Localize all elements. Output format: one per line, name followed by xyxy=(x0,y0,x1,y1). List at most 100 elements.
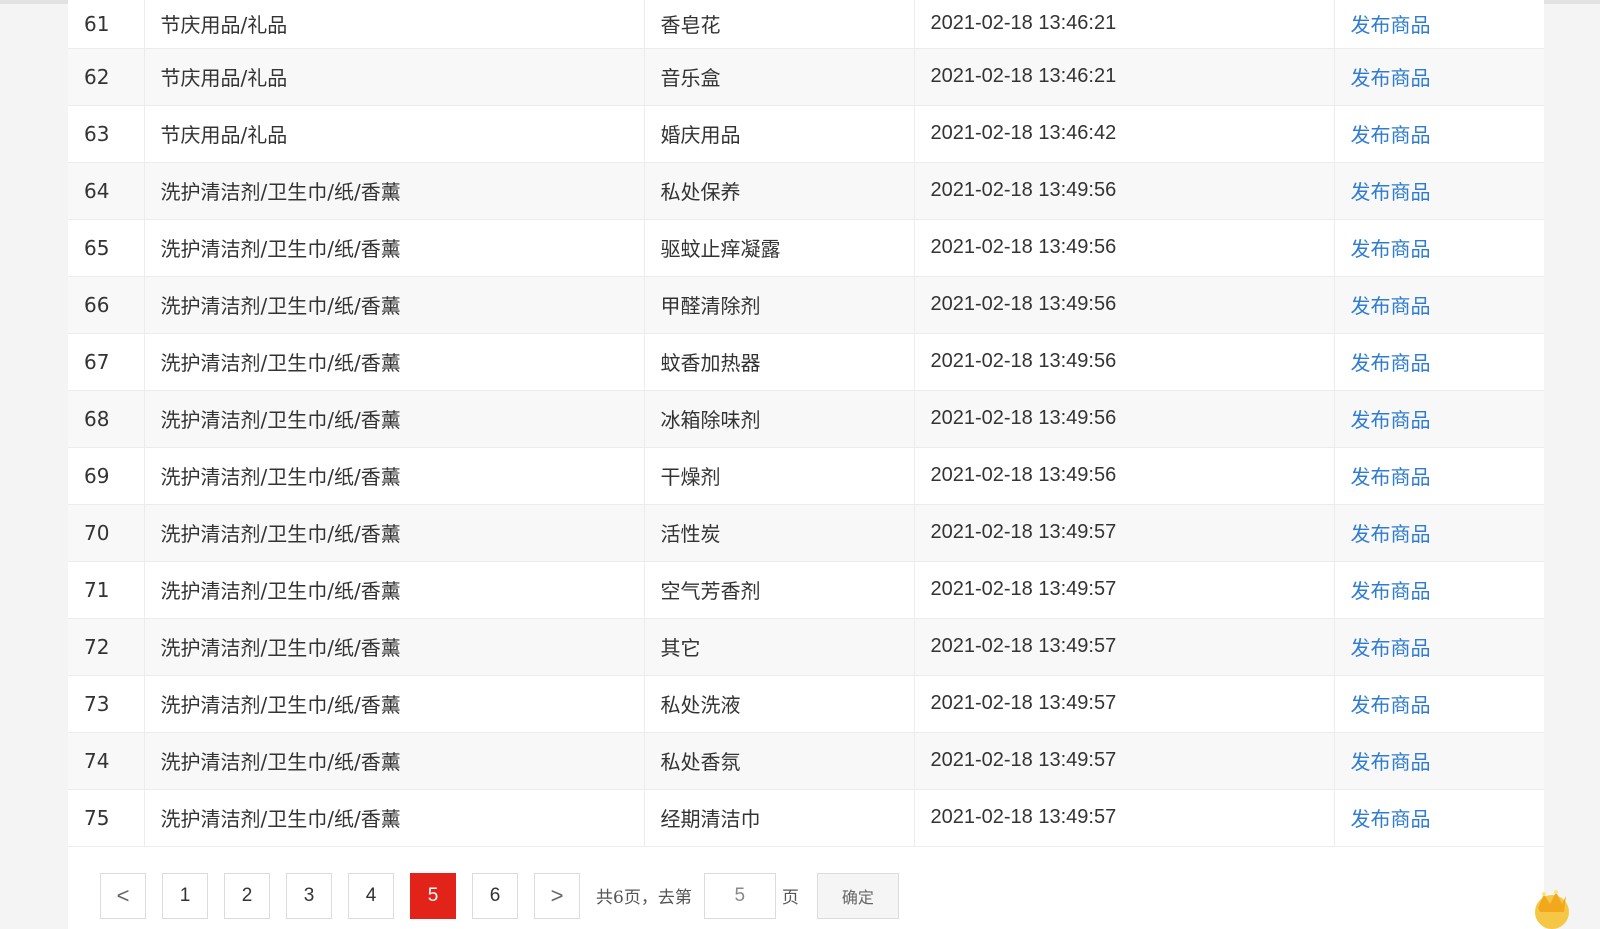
row-number: 73 xyxy=(68,675,145,733)
row-action-cell: 发布商品 xyxy=(1334,732,1544,790)
row-subcategory: 干燥剂 xyxy=(644,447,915,505)
table-row: 73 洗护清洁剂/卫生巾/纸/香薰 私处洗液 2021-02-18 13:49:57 发… xyxy=(68,675,1544,733)
row-number: 72 xyxy=(68,618,145,676)
row-action-cell: 发布商品 xyxy=(1334,48,1544,106)
page-suffix-text: 页 xyxy=(781,888,799,908)
row-category: 洗护清洁剂/卫生巾/纸/香薰 xyxy=(144,732,645,790)
publish-product-link[interactable]: 发布商品 xyxy=(1351,408,1431,432)
row-number: 65 xyxy=(68,219,145,277)
row-category: 洗护清洁剂/卫生巾/纸/香薰 xyxy=(144,789,645,847)
row-subcategory: 婚庆用品 xyxy=(644,105,915,163)
vip-crown-icon xyxy=(1535,890,1569,929)
content-panel: 61 节庆用品/礼品 香皂花 2021-02-18 13:46:21 发布商品 62 节庆用… xyxy=(68,0,1544,929)
row-category: 洗护清洁剂/卫生巾/纸/香薰 xyxy=(144,162,645,220)
row-number: 71 xyxy=(68,561,145,619)
publish-product-link[interactable]: 发布商品 xyxy=(1351,13,1431,37)
category-table: 61 节庆用品/礼品 香皂花 2021-02-18 13:46:21 发布商品 62 节庆用… xyxy=(68,0,1544,847)
table-row: 70 洗护清洁剂/卫生巾/纸/香薰 活性炭 2021-02-18 13:49:57 发布… xyxy=(68,504,1544,562)
row-category: 洗护清洁剂/卫生巾/纸/香薰 xyxy=(144,219,645,277)
table-row: 64 洗护清洁剂/卫生巾/纸/香薰 私处保养 2021-02-18 13:49:56 发… xyxy=(68,162,1544,220)
row-action-cell: 发布商品 xyxy=(1334,789,1544,847)
publish-product-link[interactable]: 发布商品 xyxy=(1351,123,1431,147)
row-category: 洗护清洁剂/卫生巾/纸/香薰 xyxy=(144,276,645,334)
row-category: 洗护清洁剂/卫生巾/纸/香薰 xyxy=(144,447,645,505)
page-button-6[interactable]: 6 xyxy=(472,873,518,919)
row-number: 75 xyxy=(68,789,145,847)
row-number: 68 xyxy=(68,390,145,448)
row-timestamp: 2021-02-18 13:49:57 xyxy=(914,732,1335,790)
table-row: 62 节庆用品/礼品 音乐盒 2021-02-18 13:46:21 发布商品 xyxy=(68,48,1544,106)
prev-page-button[interactable]: < xyxy=(100,873,146,919)
confirm-goto-button[interactable]: 确定 xyxy=(816,873,899,919)
row-action-cell: 发布商品 xyxy=(1334,333,1544,391)
row-timestamp: 2021-02-18 13:49:56 xyxy=(914,390,1335,448)
row-action-cell: 发布商品 xyxy=(1334,447,1544,505)
row-timestamp: 2021-02-18 13:49:56 xyxy=(914,162,1335,220)
row-timestamp: 2021-02-18 13:49:57 xyxy=(914,789,1335,847)
row-timestamp: 2021-02-18 13:49:57 xyxy=(914,561,1335,619)
row-subcategory: 私处保养 xyxy=(644,162,915,220)
publish-product-link[interactable]: 发布商品 xyxy=(1351,294,1431,318)
table-row: 72 洗护清洁剂/卫生巾/纸/香薰 其它 2021-02-18 13:49:57 发布商… xyxy=(68,618,1544,676)
publish-product-link[interactable]: 发布商品 xyxy=(1351,351,1431,375)
row-action-cell: 发布商品 xyxy=(1334,618,1544,676)
total-pages-text: 共6页，去第 xyxy=(596,888,692,908)
publish-product-link[interactable]: 发布商品 xyxy=(1351,465,1431,489)
row-action-cell: 发布商品 xyxy=(1334,276,1544,334)
next-page-button[interactable]: > xyxy=(534,873,580,919)
row-category: 洗护清洁剂/卫生巾/纸/香薰 xyxy=(144,675,645,733)
row-subcategory: 蚊香加热器 xyxy=(644,333,915,391)
row-number: 69 xyxy=(68,447,145,505)
publish-product-link[interactable]: 发布商品 xyxy=(1351,237,1431,261)
chevron-left-icon: < xyxy=(116,883,130,908)
publish-product-link[interactable]: 发布商品 xyxy=(1351,522,1431,546)
row-category: 洗护清洁剂/卫生巾/纸/香薰 xyxy=(144,618,645,676)
goto-page-input[interactable] xyxy=(703,873,776,919)
page-button-5-current[interactable]: 5 xyxy=(410,873,456,919)
publish-product-link[interactable]: 发布商品 xyxy=(1351,636,1431,660)
row-category: 洗护清洁剂/卫生巾/纸/香薰 xyxy=(144,504,645,562)
row-action-cell: 发布商品 xyxy=(1334,504,1544,562)
row-timestamp: 2021-02-18 13:46:21 xyxy=(914,48,1335,106)
row-subcategory: 甲醛清除剂 xyxy=(644,276,915,334)
chevron-right-icon: > xyxy=(550,883,564,908)
page-button-2[interactable]: 2 xyxy=(224,873,270,919)
row-subcategory: 香皂花 xyxy=(644,0,915,49)
row-timestamp: 2021-02-18 13:49:56 xyxy=(914,219,1335,277)
table-row: 69 洗护清洁剂/卫生巾/纸/香薰 干燥剂 2021-02-18 13:49:56 发布… xyxy=(68,447,1544,505)
row-category: 节庆用品/礼品 xyxy=(144,48,645,106)
table-row: 61 节庆用品/礼品 香皂花 2021-02-18 13:46:21 发布商品 xyxy=(68,0,1544,49)
row-timestamp: 2021-02-18 13:49:57 xyxy=(914,618,1335,676)
row-number: 66 xyxy=(68,276,145,334)
row-subcategory: 驱蚊止痒凝露 xyxy=(644,219,915,277)
table-row: 68 洗护清洁剂/卫生巾/纸/香薰 冰箱除味剂 2021-02-18 13:49:56… xyxy=(68,390,1544,448)
row-subcategory: 私处洗液 xyxy=(644,675,915,733)
row-subcategory: 私处香氛 xyxy=(644,732,915,790)
pagination: < 1 2 3 4 5 6 > 共6页，去第 页 确定 xyxy=(100,873,899,929)
page-button-4[interactable]: 4 xyxy=(348,873,394,919)
row-category: 洗护清洁剂/卫生巾/纸/香薰 xyxy=(144,390,645,448)
row-subcategory: 其它 xyxy=(644,618,915,676)
publish-product-link[interactable]: 发布商品 xyxy=(1351,807,1431,831)
page-button-3[interactable]: 3 xyxy=(286,873,332,919)
row-timestamp: 2021-02-18 13:49:56 xyxy=(914,447,1335,505)
row-number: 63 xyxy=(68,105,145,163)
row-subcategory: 活性炭 xyxy=(644,504,915,562)
publish-product-link[interactable]: 发布商品 xyxy=(1351,693,1431,717)
table-row: 71 洗护清洁剂/卫生巾/纸/香薰 空气芳香剂 2021-02-18 13:49:57… xyxy=(68,561,1544,619)
row-action-cell: 发布商品 xyxy=(1334,390,1544,448)
row-number: 70 xyxy=(68,504,145,562)
row-action-cell: 发布商品 xyxy=(1334,162,1544,220)
row-subcategory: 空气芳香剂 xyxy=(644,561,915,619)
row-subcategory: 音乐盒 xyxy=(644,48,915,106)
row-subcategory: 经期清洁巾 xyxy=(644,789,915,847)
page-button-1[interactable]: 1 xyxy=(162,873,208,919)
row-number: 62 xyxy=(68,48,145,106)
row-number: 61 xyxy=(68,0,145,49)
publish-product-link[interactable]: 发布商品 xyxy=(1351,750,1431,774)
row-timestamp: 2021-02-18 13:49:56 xyxy=(914,276,1335,334)
row-category: 节庆用品/礼品 xyxy=(144,0,645,49)
publish-product-link[interactable]: 发布商品 xyxy=(1351,579,1431,603)
publish-product-link[interactable]: 发布商品 xyxy=(1351,66,1431,90)
publish-product-link[interactable]: 发布商品 xyxy=(1351,180,1431,204)
